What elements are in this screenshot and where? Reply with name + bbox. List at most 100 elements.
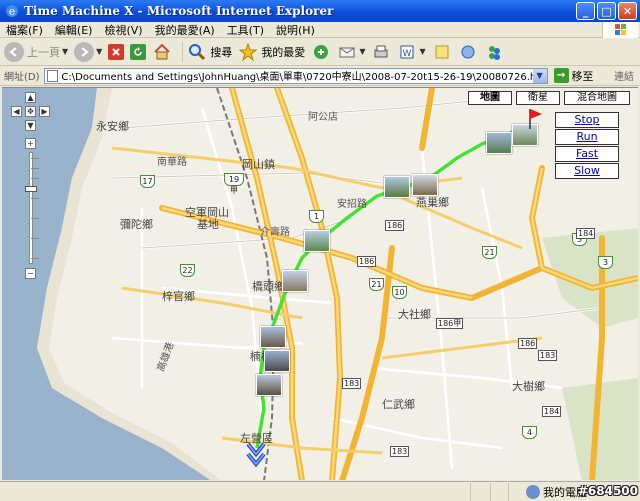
maximize-button[interactable]: □	[597, 2, 616, 20]
edit-button[interactable]: W ▼	[397, 42, 426, 62]
media-button[interactable]	[311, 42, 331, 62]
star-icon	[238, 42, 258, 62]
home-icon	[152, 42, 172, 62]
chevron-down-icon[interactable]: ▼	[96, 47, 102, 56]
go-button[interactable]: → 移至	[553, 68, 594, 84]
watermark: #684500	[577, 484, 638, 498]
slow-playback-button[interactable]: Slow	[555, 163, 619, 179]
close-button[interactable]: ✕	[618, 2, 637, 20]
research-button[interactable]	[458, 42, 478, 62]
road-shield: 3	[598, 256, 613, 269]
map-label-mituo: 彌陀鄉	[120, 218, 153, 231]
chevron-down-icon[interactable]: ▼	[532, 68, 547, 83]
road-box: 184	[542, 406, 562, 417]
chevron-down-icon[interactable]: ▼	[419, 47, 425, 56]
minimize-button[interactable]: _	[576, 2, 595, 20]
research-icon	[458, 42, 478, 62]
menu-view[interactable]: 檢視(V)	[98, 22, 148, 38]
discuss-button[interactable]	[432, 42, 452, 62]
back-arrow-icon	[4, 41, 24, 62]
menu-file[interactable]: 檔案(F)	[0, 22, 49, 38]
arrow-up-icon: ▲	[27, 93, 34, 102]
forward-arrow-icon	[74, 41, 95, 62]
home-button[interactable]	[152, 42, 172, 62]
address-label: 網址(D)	[4, 72, 40, 83]
map-viewport[interactable]: 永安鄉 岡山鎮 空軍岡山 基地 彌陀鄉 梓官鄉 橋頭鄉 大社鄉 大樹鄉 仁武鄉 …	[2, 87, 638, 480]
road-box: 186	[385, 220, 405, 231]
map-label-dashu: 大樹鄉	[512, 380, 545, 393]
close-icon: ✕	[622, 4, 633, 18]
photo-thumbnail[interactable]	[264, 350, 290, 372]
road-shield: 10	[392, 286, 407, 299]
mail-icon	[337, 42, 357, 62]
zoom-tick	[31, 158, 39, 159]
fast-playback-button[interactable]: Fast	[555, 146, 619, 162]
media-icon	[311, 42, 331, 62]
svg-text:W: W	[403, 49, 412, 59]
chevron-down-icon[interactable]: ▼	[62, 47, 68, 56]
flag-icon[interactable]	[528, 108, 544, 130]
photo-thumbnail[interactable]	[260, 326, 286, 348]
road-box: 183	[390, 446, 410, 457]
road-shield: 17	[140, 175, 155, 188]
photo-thumbnail[interactable]	[486, 132, 512, 154]
back-label: 上一頁	[27, 45, 60, 59]
address-url[interactable]: C:\Documents and Settings\JohnHuang\桌面\單…	[61, 68, 532, 83]
photo-thumbnail[interactable]	[384, 176, 410, 198]
pan-left-button[interactable]: ◀	[11, 106, 22, 117]
menu-edit[interactable]: 編輯(E)	[49, 22, 99, 38]
pan-down-button[interactable]: ▼	[25, 120, 36, 131]
menu-tools[interactable]: 工具(T)	[221, 22, 270, 38]
menu-favorites[interactable]: 我的最愛(A)	[149, 22, 221, 38]
road-box: 186甲	[436, 318, 464, 329]
road-box: 183	[342, 378, 362, 389]
arrow-right-icon: ▶	[41, 107, 48, 116]
word-icon: W	[397, 42, 417, 62]
run-playback-button[interactable]: Run	[555, 129, 619, 145]
maptype-satellite-button[interactable]: 衛星	[516, 91, 560, 105]
road-shield: 22	[180, 264, 195, 277]
search-button[interactable]: 搜尋	[187, 42, 232, 62]
mail-button[interactable]: ▼	[337, 42, 365, 62]
photo-thumbnail[interactable]	[412, 174, 438, 196]
zoom-slider-knob[interactable]	[25, 186, 37, 192]
map-label-ziguan: 梓官鄉	[162, 290, 195, 303]
forward-button[interactable]: ▼	[74, 41, 102, 62]
go-arrow-icon: →	[553, 68, 569, 83]
stop-playback-button[interactable]: Stop	[555, 112, 619, 128]
maptype-map-button[interactable]: 地圖	[468, 91, 512, 105]
address-input[interactable]: C:\Documents and Settings\JohnHuang\桌面\單…	[43, 67, 548, 84]
links-label[interactable]: 連結	[614, 68, 634, 83]
status-cell	[470, 482, 488, 501]
photo-thumbnail[interactable]	[256, 374, 282, 396]
chevron-down-icon[interactable]: ▼	[359, 47, 365, 56]
photo-thumbnail[interactable]	[304, 230, 330, 252]
stop-button[interactable]	[108, 43, 125, 60]
refresh-button[interactable]	[130, 43, 147, 60]
zoom-tick	[31, 218, 39, 219]
zoom-tick	[31, 178, 39, 179]
road-shield: 21	[369, 278, 384, 291]
zoom-out-button[interactable]: −	[25, 268, 36, 279]
road-shield: 21	[482, 246, 497, 259]
menu-help[interactable]: 說明(H)	[270, 22, 321, 38]
menu-bar: 檔案(F) 編輯(E) 檢視(V) 我的最愛(A) 工具(T) 說明(H)	[0, 22, 640, 38]
favorites-label: 我的最愛	[261, 45, 306, 59]
photo-thumbnail[interactable]	[282, 270, 308, 292]
pan-right-button[interactable]: ▶	[39, 106, 50, 117]
map-label-nanhua: 南華路	[157, 157, 187, 168]
pan-center-button[interactable]: ✥	[25, 106, 36, 117]
arrow-down-icon: ▼	[27, 121, 34, 130]
back-button[interactable]: 上一頁 ▼	[4, 41, 68, 62]
windows-logo	[602, 22, 638, 38]
position-marker-icon[interactable]	[244, 442, 268, 470]
zoom-in-button[interactable]: +	[25, 138, 36, 149]
pan-up-button[interactable]: ▲	[25, 92, 36, 103]
maptype-hybrid-button[interactable]: 混合地圖	[564, 91, 630, 105]
messenger-button[interactable]	[484, 42, 504, 62]
center-icon: ✥	[27, 107, 34, 116]
toolbar: 上一頁 ▼ ▼ 搜尋 我的最愛 ▼ W ▼	[0, 38, 640, 66]
print-button[interactable]	[371, 42, 391, 62]
favorites-button[interactable]: 我的最愛	[238, 42, 305, 62]
map-label-jieshou: 介壽路	[260, 227, 290, 238]
